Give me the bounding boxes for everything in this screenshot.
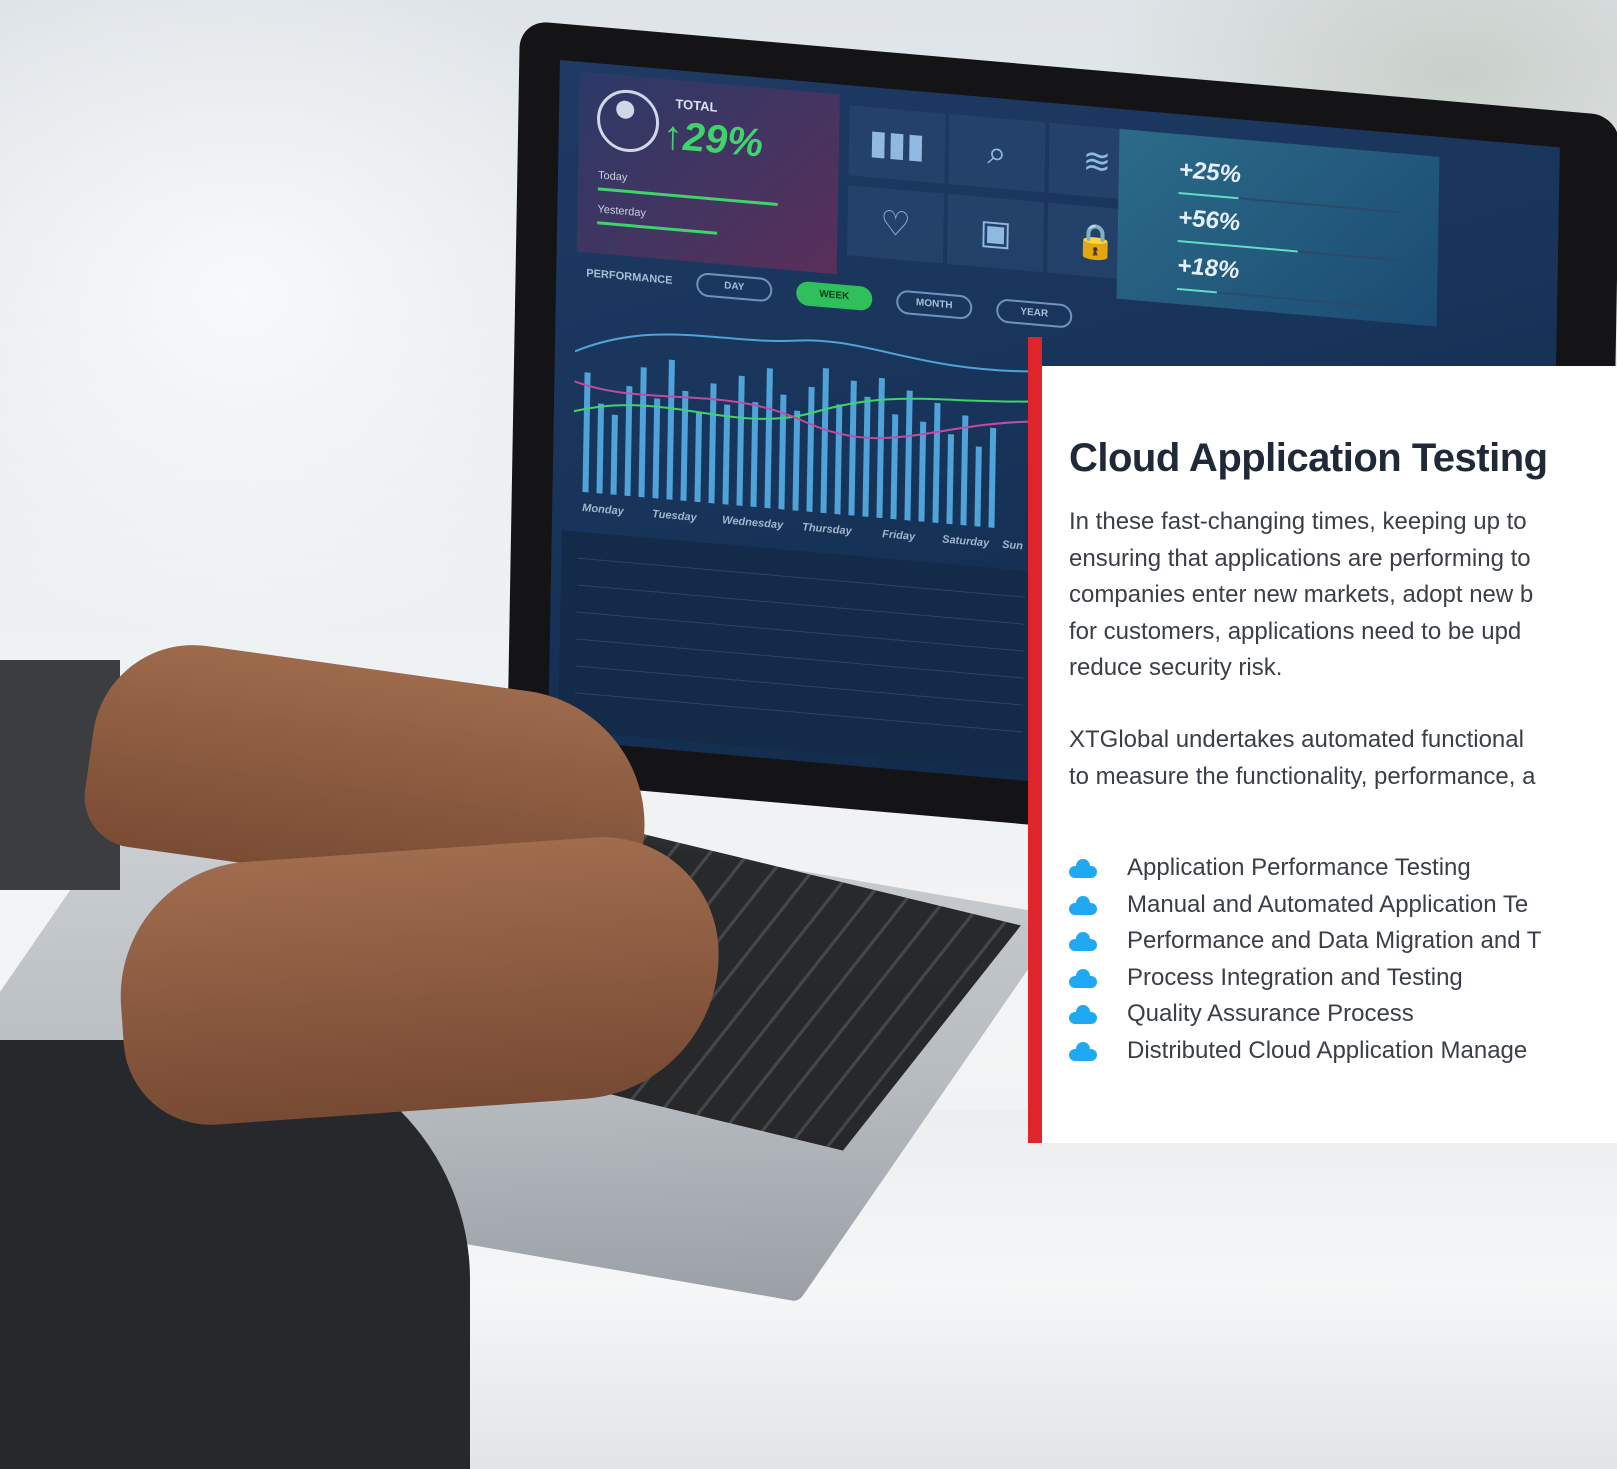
list-item-label: Quality Assurance Process: [1127, 1000, 1414, 1028]
cloud-icon: [1069, 895, 1097, 915]
list-item-label: Performance and Data Migration and T: [1127, 927, 1542, 955]
heart-pulse-icon: ♡: [846, 185, 945, 264]
list-item-label: Distributed Cloud Application Manage: [1127, 1036, 1528, 1064]
yesterday-label: Yesterday: [597, 203, 647, 220]
range-month-button[interactable]: MONTH: [896, 289, 973, 321]
card-paragraph-2: XTGlobal undertakes automated functional…: [1069, 722, 1535, 795]
log-row: [577, 557, 1026, 598]
card-body: Cloud Application Testing In these fast-…: [1042, 366, 1617, 1143]
range-day-button[interactable]: DAY: [696, 271, 773, 303]
paragraph-line: XTGlobal undertakes automated functional: [1069, 726, 1524, 753]
paragraph-line: companies enter new markets, adopt new b: [1069, 581, 1534, 608]
cloud-icon: [1069, 858, 1097, 879]
paragraph-line: for customers, applications need to be u…: [1069, 617, 1522, 645]
stat-3: +18%: [1177, 251, 1240, 285]
content-card: Cloud Application Testing In these fast-…: [1028, 337, 1617, 1143]
performance-chart: [573, 333, 1036, 529]
range-week-button[interactable]: WEEK: [796, 280, 873, 312]
stats-panel: +25% +56% +18%: [1116, 128, 1440, 327]
paragraph-line: to measure the functionality, performanc…: [1069, 762, 1536, 790]
total-panel: TOTAL ↑29% Today Yesterday: [576, 71, 840, 275]
services-list: Application Performance Testing Manual a…: [1069, 850, 1541, 1069]
day-label-monday: Monday: [582, 502, 624, 518]
stat-2: +56%: [1177, 204, 1241, 237]
list-item-label: Application Performance Testing: [1127, 854, 1471, 882]
paragraph-line: In these fast-changing times, keeping up…: [1069, 508, 1527, 535]
day-label-wednesday: Wednesday: [722, 514, 784, 532]
today-label: Today: [597, 169, 628, 184]
card-accent-bar: [1028, 337, 1042, 1143]
list-item-label: Manual and Automated Application Te: [1127, 890, 1529, 918]
stat-3-track: [1176, 287, 1397, 310]
range-year-button[interactable]: YEAR: [996, 298, 1073, 329]
cloud-icon: [1069, 968, 1097, 988]
day-label-friday: Friday: [882, 528, 916, 544]
list-item: Distributed Cloud Application Manage: [1069, 1033, 1541, 1070]
list-item: Application Performance Testing: [1069, 850, 1541, 887]
bar-chart-icon: ▮▮▮: [848, 105, 946, 184]
cloud-icon: [1069, 931, 1097, 952]
yesterday-bar: [597, 221, 718, 235]
day-label-saturday: Saturday: [942, 533, 990, 550]
day-label-tuesday: Tuesday: [652, 508, 697, 524]
list-item: Quality Assurance Process: [1069, 996, 1541, 1033]
total-value: ↑29%: [662, 113, 764, 166]
cloud-icon: [1069, 1004, 1097, 1025]
avatar-icon: [596, 87, 660, 155]
card-title: Cloud Application Testing: [1069, 436, 1548, 480]
list-item-label: Process Integration and Testing: [1127, 963, 1463, 991]
paragraph-line: reduce security risk.: [1069, 654, 1283, 681]
list-item: Manual and Automated Application Te: [1069, 887, 1541, 924]
stat-1: +25%: [1178, 156, 1242, 189]
list-item: Performance and Data Migration and T: [1069, 923, 1541, 960]
card-paragraph-1: In these fast-changing times, keeping up…: [1069, 504, 1533, 687]
today-bar: [597, 187, 778, 207]
total-label: TOTAL: [675, 96, 718, 115]
list-item: Process Integration and Testing: [1069, 960, 1541, 997]
performance-label: PERFORMANCE: [586, 267, 673, 287]
calendar-icon: ▣: [946, 193, 1045, 273]
day-label-thursday: Thursday: [802, 521, 852, 538]
chart-bars: [582, 359, 997, 529]
day-label-sunday: Sun: [1002, 538, 1024, 553]
paragraph-line: ensuring that applications are performin…: [1069, 544, 1531, 572]
activity-log: [558, 530, 1042, 772]
search-icon: ⌕: [948, 114, 1046, 193]
cloud-icon: [1069, 1041, 1097, 1061]
